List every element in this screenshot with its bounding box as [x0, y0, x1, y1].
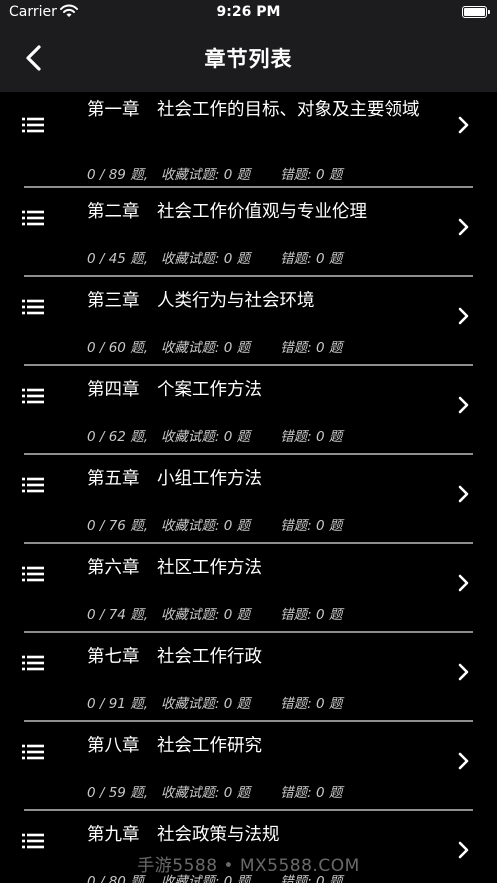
navigation-bar: 章节列表	[0, 26, 497, 92]
chapter-stats: 0 / 76 题, 收藏试题: 0 题 错题: 0 题	[87, 518, 343, 534]
chapter-row[interactable]: 第五章 小组工作方法 0 / 76 题, 收藏试题: 0 题 错题: 0 题	[0, 455, 497, 544]
chapter-stats: 0 / 45 题, 收藏试题: 0 题 错题: 0 题	[87, 251, 343, 267]
chapter-title: 第四章 个案工作方法	[87, 380, 262, 400]
list-icon	[22, 299, 44, 315]
chevron-right-icon	[458, 485, 469, 503]
chapter-stats: 0 / 62 题, 收藏试题: 0 题 错题: 0 题	[87, 429, 343, 445]
chapter-title: 第五章 小组工作方法	[87, 469, 262, 489]
chevron-right-icon	[458, 116, 469, 134]
chapter-stats: 0 / 74 题, 收藏试题: 0 题 错题: 0 题	[87, 607, 343, 623]
chapter-stats: 0 / 59 题, 收藏试题: 0 题 错题: 0 题	[87, 785, 343, 801]
chevron-right-icon	[458, 574, 469, 592]
page-title: 章节列表	[204, 47, 293, 71]
chapter-row[interactable]: 第八章 社会工作研究 0 / 59 题, 收藏试题: 0 题 错题: 0 题	[0, 722, 497, 811]
battery-icon	[462, 6, 490, 18]
chapter-row[interactable]: 第一章 社会工作的目标、对象及主要领域 0 / 89 题, 收藏试题: 0 题 错…	[0, 92, 497, 188]
chapter-row[interactable]: 第四章 个案工作方法 0 / 62 题, 收藏试题: 0 题 错题: 0 题	[0, 366, 497, 455]
chapter-row[interactable]: 第二章 社会工作价值观与专业伦理 0 / 45 题, 收藏试题: 0 题 错题: …	[0, 188, 497, 277]
chevron-right-icon	[458, 218, 469, 236]
list-icon	[22, 744, 44, 760]
chevron-right-icon	[458, 307, 469, 325]
watermark: 手游5588 • MX5588.COM	[137, 856, 360, 876]
chapter-stats: 0 / 91 题, 收藏试题: 0 题 错题: 0 题	[87, 696, 343, 712]
chapter-title: 第一章 社会工作的目标、对象及主要领域	[87, 100, 420, 120]
chapter-row[interactable]: 第七章 社会工作行政 0 / 91 题, 收藏试题: 0 题 错题: 0 题	[0, 633, 497, 722]
chevron-right-icon	[458, 663, 469, 681]
chapter-title: 第七章 社会工作行政	[87, 647, 262, 667]
list-icon	[22, 477, 44, 493]
chevron-right-icon	[458, 396, 469, 414]
list-icon	[22, 117, 44, 133]
list-icon	[22, 655, 44, 671]
chapter-row[interactable]: 第六章 社区工作方法 0 / 74 题, 收藏试题: 0 题 错题: 0 题	[0, 544, 497, 633]
chapter-title: 第六章 社区工作方法	[87, 558, 262, 578]
chapter-stats: 0 / 89 题, 收藏试题: 0 题 错题: 0 题	[87, 167, 343, 183]
chapter-title: 第八章 社会工作研究	[87, 736, 262, 756]
list-icon	[22, 566, 44, 582]
list-icon	[22, 833, 44, 849]
status-bar: Carrier 9:26 PM	[0, 0, 497, 26]
chevron-right-icon	[458, 752, 469, 770]
status-time: 9:26 PM	[216, 4, 281, 20]
chapter-row[interactable]: 第三章 人类行为与社会环境 0 / 60 题, 收藏试题: 0 题 错题: 0 题	[0, 277, 497, 366]
list-icon	[22, 210, 44, 226]
chapter-list: 第一章 社会工作的目标、对象及主要领域 0 / 89 题, 收藏试题: 0 题 错…	[0, 92, 497, 883]
chapter-title: 第二章 社会工作价值观与专业伦理	[87, 202, 367, 222]
list-icon	[22, 388, 44, 404]
chapter-title: 第三章 人类行为与社会环境	[87, 291, 315, 311]
chapter-title: 第九章 社会政策与法规	[87, 825, 280, 845]
chapter-stats: 0 / 60 题, 收藏试题: 0 题 错题: 0 题	[87, 340, 343, 356]
